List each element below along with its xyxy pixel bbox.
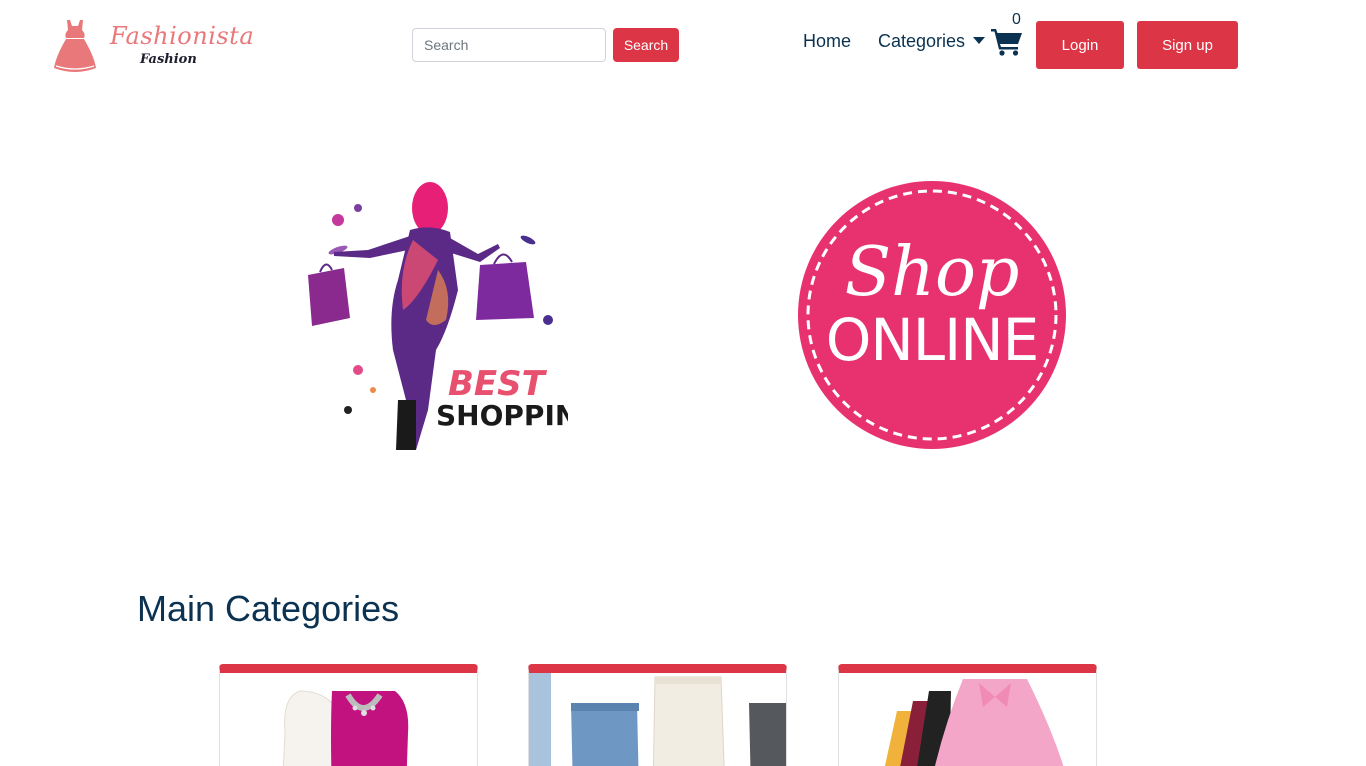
svg-text:SHOPPING: SHOPPING	[436, 399, 568, 432]
search-input[interactable]	[412, 28, 606, 62]
dress-blazer-image	[282, 690, 409, 766]
shopping-cart-icon[interactable]	[991, 28, 1023, 56]
cart-count-badge: 0	[1012, 11, 1021, 28]
shop-online-circle-image: Shop ONLINE	[798, 181, 1066, 449]
search-button[interactable]: Search	[613, 28, 679, 62]
svg-text:Shop: Shop	[845, 233, 1020, 312]
brand-tagline: Fashion	[140, 52, 197, 67]
caret-down-icon	[973, 37, 986, 44]
dress-logo-icon	[54, 20, 96, 72]
brand-name: Fashionista	[110, 22, 255, 50]
login-button[interactable]: Login	[1036, 21, 1124, 69]
main-categories-heading: Main Categories	[137, 588, 400, 629]
category-card-dresses[interactable]	[219, 664, 478, 766]
category-card-jeans[interactable]	[528, 664, 787, 766]
category-card-skirts[interactable]	[838, 664, 1097, 766]
svg-text:ONLINE: ONLINE	[826, 306, 1039, 374]
shopping-woman-illustration: BEST SHOPPING	[308, 182, 601, 450]
shop-online-badge: Shop ONLINE	[797, 180, 1067, 450]
nav-link-home[interactable]: Home	[803, 31, 851, 52]
svg-text:BEST: BEST	[448, 364, 548, 404]
navbar: Fashionista Fashion Search Home Categori…	[0, 0, 1366, 92]
nav-categories-label: Categories	[878, 31, 966, 51]
jeans-image	[529, 673, 786, 766]
skirts-image	[884, 679, 1064, 766]
nav-categories-dropdown[interactable]: Categories	[878, 31, 986, 52]
best-shopping-banner: BEST SHOPPING	[298, 180, 601, 450]
signup-button[interactable]: Sign up	[1137, 21, 1238, 69]
